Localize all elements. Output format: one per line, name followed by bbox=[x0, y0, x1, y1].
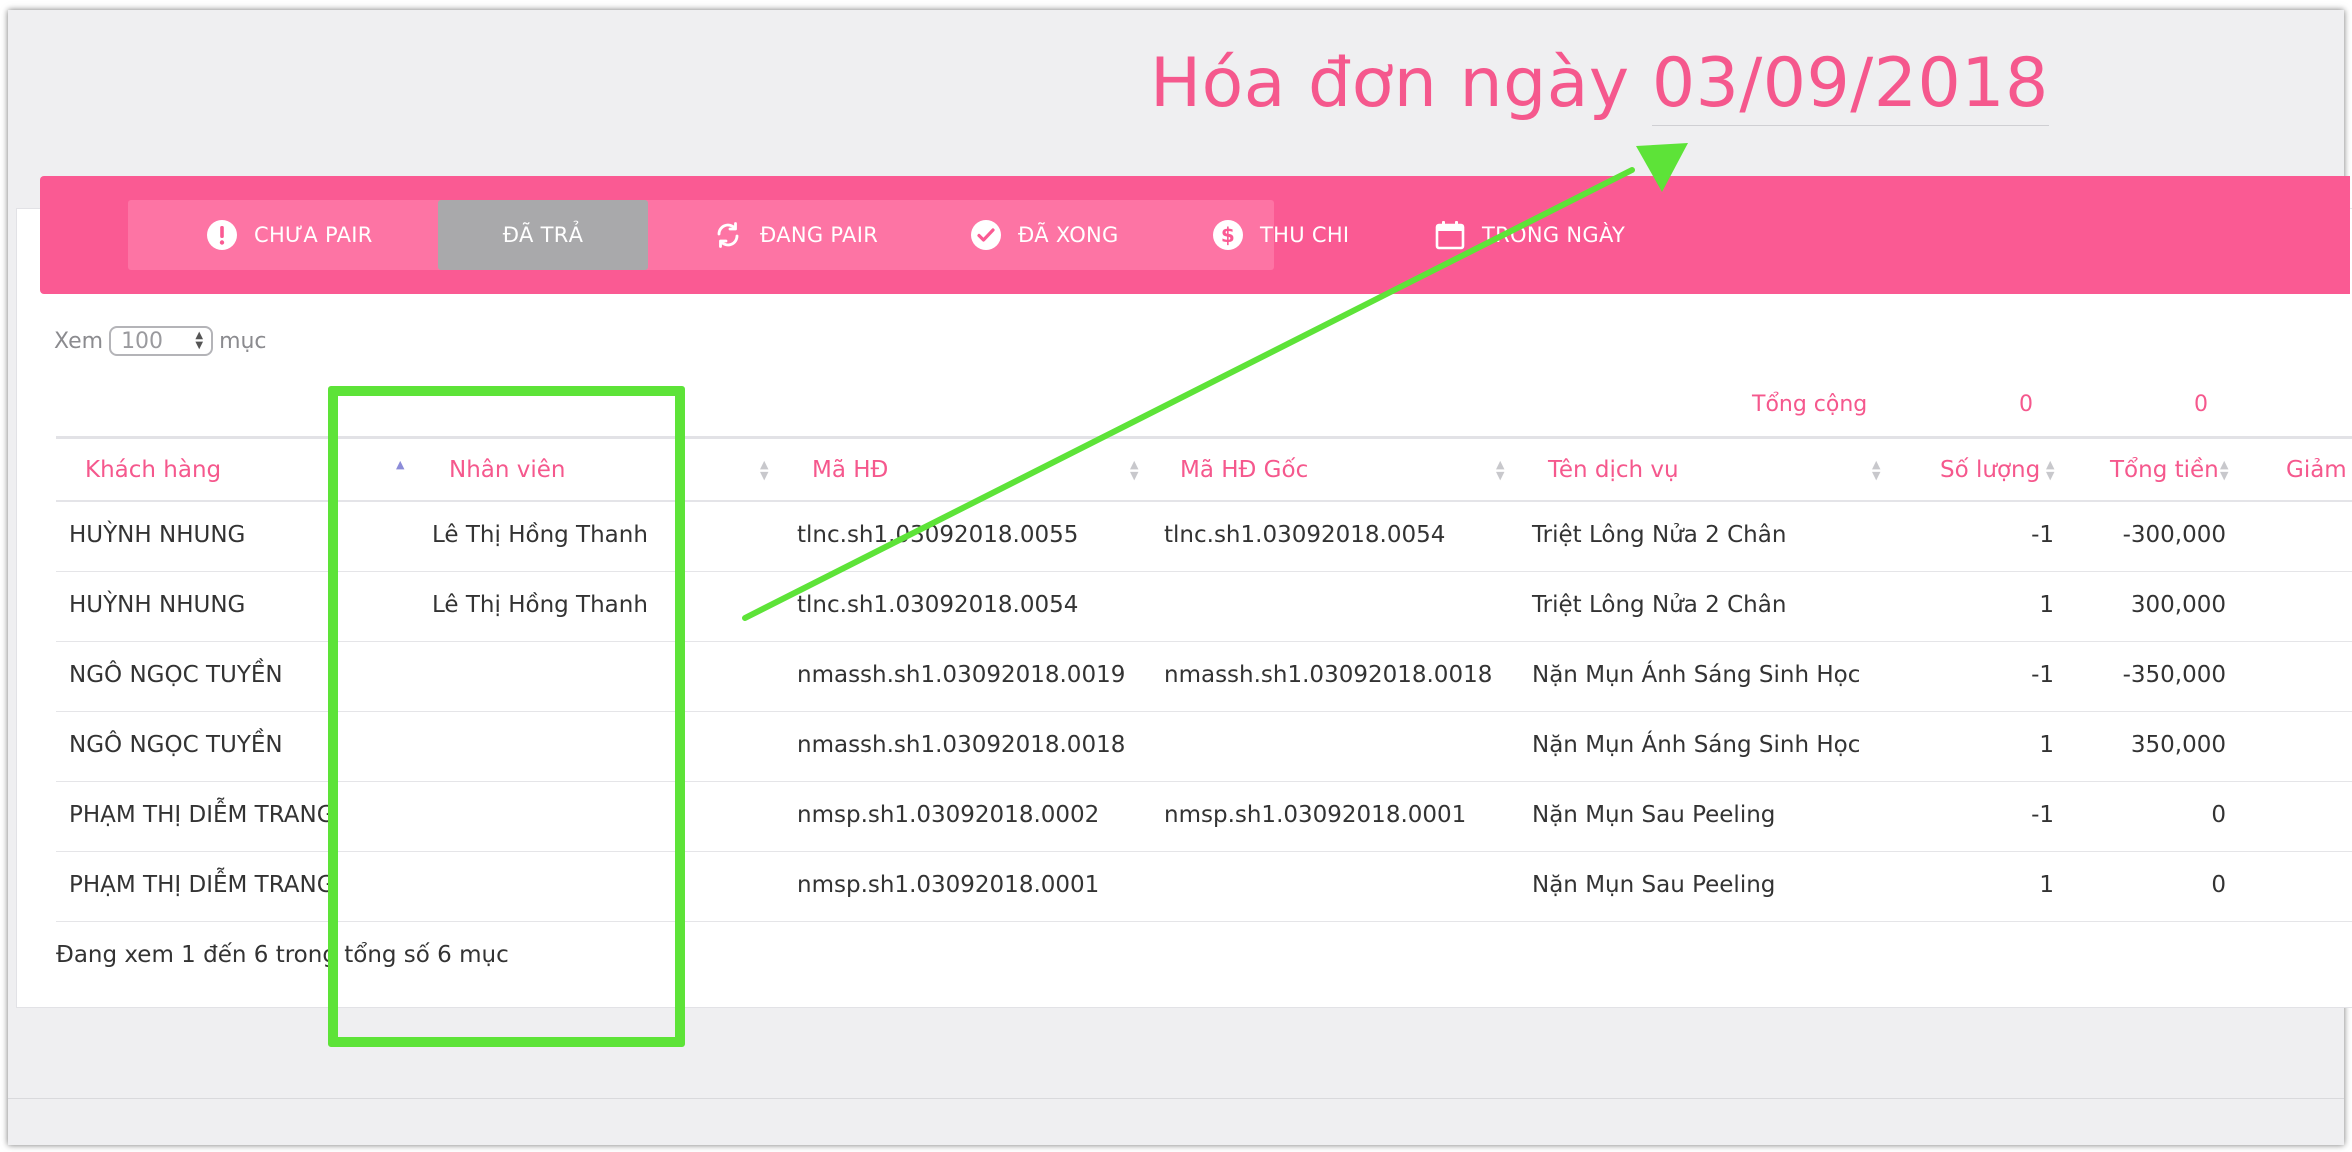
tab-label: CHƯA PAIR bbox=[254, 223, 373, 247]
cell-ma-hd: nmassh.sh1.03092018.0018 bbox=[797, 732, 1126, 758]
tab-thu-chi[interactable]: $ THU CHI bbox=[1212, 200, 1349, 270]
cell-ma-hd: tlnc.sh1.03092018.0055 bbox=[797, 522, 1079, 548]
tab-da-xong[interactable]: ĐÃ XONG bbox=[970, 200, 1119, 270]
table-row[interactable]: PHẠM THỊ DIỄM TRANG nmsp.sh1.03092018.000… bbox=[56, 852, 2352, 922]
cell-so-luong: 1 bbox=[2039, 732, 2054, 758]
totals-so-luong: 0 bbox=[2019, 392, 2033, 417]
invoice-table: Khách hàng ▲ Nhân viên ▲ ▼ Mã HĐ ▲ ▼ Mã HĐ… bbox=[56, 436, 2352, 922]
calendar-icon bbox=[1434, 219, 1466, 251]
table-row[interactable]: HUỲNH NHUNG Lê Thị Hồng Thanh tlnc.sh1.030… bbox=[56, 572, 2352, 642]
cell-khach-hang: HUỲNH NHUNG bbox=[69, 592, 246, 618]
tab-trong-ngay[interactable]: TRONG NGÀY bbox=[1434, 200, 1625, 270]
sort-icon: ▲ ▼ bbox=[1130, 458, 1139, 482]
table-row[interactable]: NGÔ NGỌC TUYỀN nmassh.sh1.03092018.0019 nm… bbox=[56, 642, 2352, 712]
table-body: HUỲNH NHUNG Lê Thị Hồng Thanh tlnc.sh1.030… bbox=[56, 502, 2352, 922]
cell-tong-tien: -350,000 bbox=[2122, 662, 2226, 688]
cell-ma-hd: nmsp.sh1.03092018.0002 bbox=[797, 802, 1100, 828]
cell-khach-hang: NGÔ NGỌC TUYỀN bbox=[69, 732, 283, 758]
table-header: Khách hàng ▲ Nhân viên ▲ ▼ Mã HĐ ▲ ▼ Mã HĐ… bbox=[56, 436, 2352, 502]
spinner-arrows-icon: ▲ ▼ bbox=[195, 330, 204, 351]
exclamation-circle-icon bbox=[206, 219, 238, 251]
tab-label: ĐÃ TRẢ bbox=[502, 223, 584, 247]
sort-icon: ▲ ▼ bbox=[2220, 458, 2229, 482]
cell-tong-tien: 0 bbox=[2211, 802, 2226, 828]
page-title-prefix: Hóa đơn ngày bbox=[1150, 44, 1630, 123]
cell-ma-hd: tlnc.sh1.03092018.0054 bbox=[797, 592, 1079, 618]
cell-ten-dich-vu: Triệt Lông Nửa 2 Chân bbox=[1532, 522, 1787, 548]
length-suffix: mục bbox=[219, 328, 267, 354]
cell-ma-hd-goc: nmsp.sh1.03092018.0001 bbox=[1164, 802, 1467, 828]
cell-khach-hang: HUỲNH NHUNG bbox=[69, 522, 246, 548]
cell-ten-dich-vu: Nặn Mụn Sau Peeling bbox=[1532, 802, 1776, 828]
page-title-date: 03/09/2018 bbox=[1651, 44, 2049, 126]
totals-tong-tien: 0 bbox=[2194, 392, 2208, 417]
cell-ten-dich-vu: Nặn Mụn Ánh Sáng Sinh Học bbox=[1532, 662, 1861, 688]
cell-nhan-vien: Lê Thị Hồng Thanh bbox=[432, 522, 648, 548]
cell-ma-hd: nmsp.sh1.03092018.0001 bbox=[797, 872, 1100, 898]
col-header-nhan-vien[interactable]: Nhân viên bbox=[449, 457, 566, 483]
tab-group: CHƯA PAIR ĐÃ TRẢ ĐANG PAIR ĐÃ XONG $ THU… bbox=[128, 200, 1625, 270]
cell-so-luong: -1 bbox=[2031, 662, 2054, 688]
svg-text:$: $ bbox=[1221, 223, 1235, 247]
col-header-tong-tien[interactable]: Tổng tiền bbox=[2110, 457, 2219, 483]
col-header-ma-hd[interactable]: Mã HĐ bbox=[812, 457, 888, 483]
page-length-value: 100 bbox=[121, 328, 164, 354]
cell-so-luong: 1 bbox=[2039, 872, 2054, 898]
cell-so-luong: -1 bbox=[2031, 802, 2054, 828]
cell-so-luong: -1 bbox=[2031, 522, 2054, 548]
col-header-khach-hang[interactable]: Khách hàng bbox=[85, 457, 221, 483]
cell-ma-hd-goc: tlnc.sh1.03092018.0054 bbox=[1164, 522, 1446, 548]
col-header-so-luong[interactable]: Số lượng bbox=[1940, 457, 2040, 483]
cell-khach-hang: PHẠM THỊ DIỄM TRANG bbox=[69, 872, 335, 898]
dollar-circle-icon: $ bbox=[1212, 219, 1244, 251]
col-header-giam[interactable]: Giảm bbox=[2286, 457, 2347, 483]
tab-chua-pair[interactable]: CHƯA PAIR bbox=[206, 200, 373, 270]
cell-ma-hd: nmassh.sh1.03092018.0019 bbox=[797, 662, 1126, 688]
table-row[interactable]: HUỲNH NHUNG Lê Thị Hồng Thanh tlnc.sh1.030… bbox=[56, 502, 2352, 572]
cell-ten-dich-vu: Nặn Mụn Ánh Sáng Sinh Học bbox=[1532, 732, 1861, 758]
cell-tong-tien: 350,000 bbox=[2130, 732, 2226, 758]
tab-label: TRONG NGÀY bbox=[1482, 223, 1626, 247]
cell-so-luong: 1 bbox=[2039, 592, 2054, 618]
cell-tong-tien: 300,000 bbox=[2130, 592, 2226, 618]
tab-da-tra[interactable]: ĐÃ TRẢ bbox=[438, 200, 648, 270]
table-info: Đang xem 1 đến 6 trong tổng số 6 mục bbox=[56, 942, 509, 968]
sort-asc-icon: ▲ bbox=[396, 458, 405, 471]
page-title: Hóa đơn ngày 03/09/2018 bbox=[1150, 44, 2049, 126]
cell-ma-hd-goc: nmassh.sh1.03092018.0018 bbox=[1164, 662, 1493, 688]
cell-ten-dich-vu: Nặn Mụn Sau Peeling bbox=[1532, 872, 1776, 898]
sort-icon: ▲ ▼ bbox=[2046, 458, 2055, 482]
cell-nhan-vien: Lê Thị Hồng Thanh bbox=[432, 592, 648, 618]
table-row[interactable]: NGÔ NGỌC TUYỀN nmassh.sh1.03092018.0018 Nặ… bbox=[56, 712, 2352, 782]
cell-ten-dich-vu: Triệt Lông Nửa 2 Chân bbox=[1532, 592, 1787, 618]
sort-icon: ▲ ▼ bbox=[1872, 458, 1881, 482]
cell-tong-tien: -300,000 bbox=[2122, 522, 2226, 548]
footer-divider bbox=[8, 1098, 2344, 1099]
cell-khach-hang: PHẠM THỊ DIỄM TRANG bbox=[69, 802, 335, 828]
tab-label: ĐÃ XONG bbox=[1018, 223, 1119, 247]
tab-label: THU CHI bbox=[1260, 223, 1350, 247]
length-prefix: Xem bbox=[54, 328, 104, 354]
cell-tong-tien: 0 bbox=[2211, 872, 2226, 898]
check-circle-icon bbox=[970, 219, 1002, 251]
length-control: Xem 100 ▲ ▼ mục bbox=[54, 326, 267, 356]
tab-bar: CHƯA PAIR ĐÃ TRẢ ĐANG PAIR ĐÃ XONG $ THU… bbox=[40, 176, 2350, 294]
col-header-ten-dich-vu[interactable]: Tên dịch vụ bbox=[1548, 457, 1679, 483]
tab-label: ĐANG PAIR bbox=[760, 223, 879, 247]
totals-label: Tổng cộng bbox=[1752, 392, 1868, 417]
sort-icon: ▲ ▼ bbox=[760, 458, 769, 482]
page-length-select[interactable]: 100 ▲ ▼ bbox=[109, 326, 214, 356]
sync-icon bbox=[712, 219, 744, 251]
col-header-ma-hd-goc[interactable]: Mã HĐ Gốc bbox=[1180, 457, 1308, 483]
tab-dang-pair[interactable]: ĐANG PAIR bbox=[712, 200, 878, 270]
table-row[interactable]: PHẠM THỊ DIỄM TRANG nmsp.sh1.03092018.000… bbox=[56, 782, 2352, 852]
sort-icon: ▲ ▼ bbox=[1496, 458, 1505, 482]
cell-khach-hang: NGÔ NGỌC TUYỀN bbox=[69, 662, 283, 688]
